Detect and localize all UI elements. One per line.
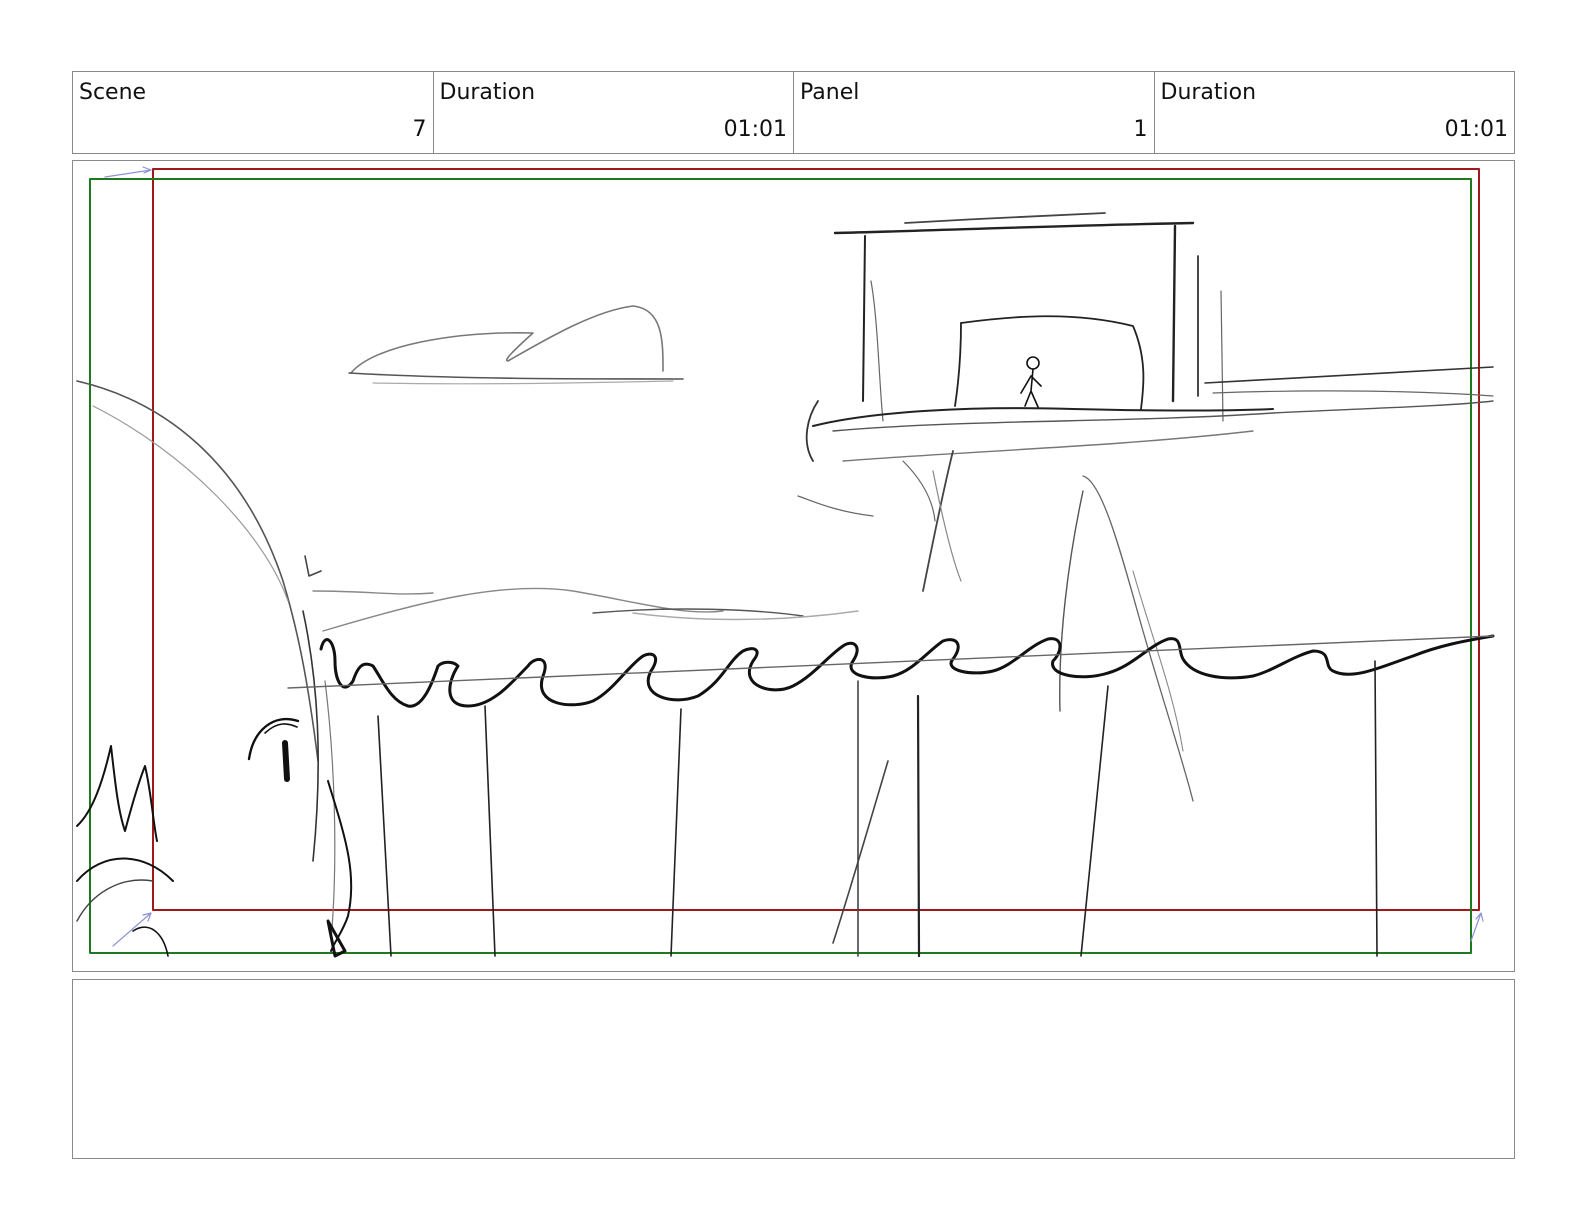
panel-label: Panel bbox=[800, 80, 860, 105]
scene-duration-cell[interactable]: Duration 01:01 bbox=[434, 72, 794, 153]
character-face-sketch bbox=[247, 717, 353, 958]
panel-info-header: Scene 7 Duration 01:01 Panel 1 Duration … bbox=[72, 71, 1515, 154]
panel-duration-cell[interactable]: Duration 01:01 bbox=[1155, 72, 1515, 153]
panel-cell[interactable]: Panel 1 bbox=[794, 72, 1155, 153]
tower-sketch bbox=[797, 212, 1494, 802]
panel-duration-value: 01:01 bbox=[1444, 117, 1508, 142]
storyboard-panel-canvas[interactable] bbox=[72, 160, 1515, 972]
figure-on-tower-sketch bbox=[1020, 356, 1042, 408]
title-safe-frame bbox=[152, 168, 1480, 911]
panel-notes-area[interactable] bbox=[72, 979, 1515, 1159]
scene-value: 7 bbox=[412, 117, 427, 142]
sea-horizon-line bbox=[287, 635, 1494, 689]
left-rock-sketch bbox=[76, 380, 336, 942]
panel-duration-label: Duration bbox=[1160, 80, 1257, 105]
corner-marker-bottom-right bbox=[1470, 912, 1484, 942]
sketch-drawing bbox=[76, 166, 1495, 958]
corner-marker-top-left bbox=[104, 166, 152, 178]
corner-marker-bottom-left bbox=[112, 912, 152, 947]
horizon-sketch bbox=[312, 587, 859, 632]
scene-duration-value: 01:01 bbox=[723, 117, 787, 142]
wave-crest-line bbox=[319, 634, 1495, 708]
character-hair-sketch bbox=[76, 745, 174, 957]
action-safe-frame bbox=[89, 178, 1472, 954]
pier-legs-sketch bbox=[377, 660, 1378, 958]
scene-duration-label: Duration bbox=[439, 80, 536, 105]
panel-value: 1 bbox=[1133, 117, 1148, 142]
cloud-sketch bbox=[348, 305, 684, 385]
scene-label: Scene bbox=[79, 80, 147, 105]
scene-cell[interactable]: Scene 7 bbox=[73, 72, 434, 153]
